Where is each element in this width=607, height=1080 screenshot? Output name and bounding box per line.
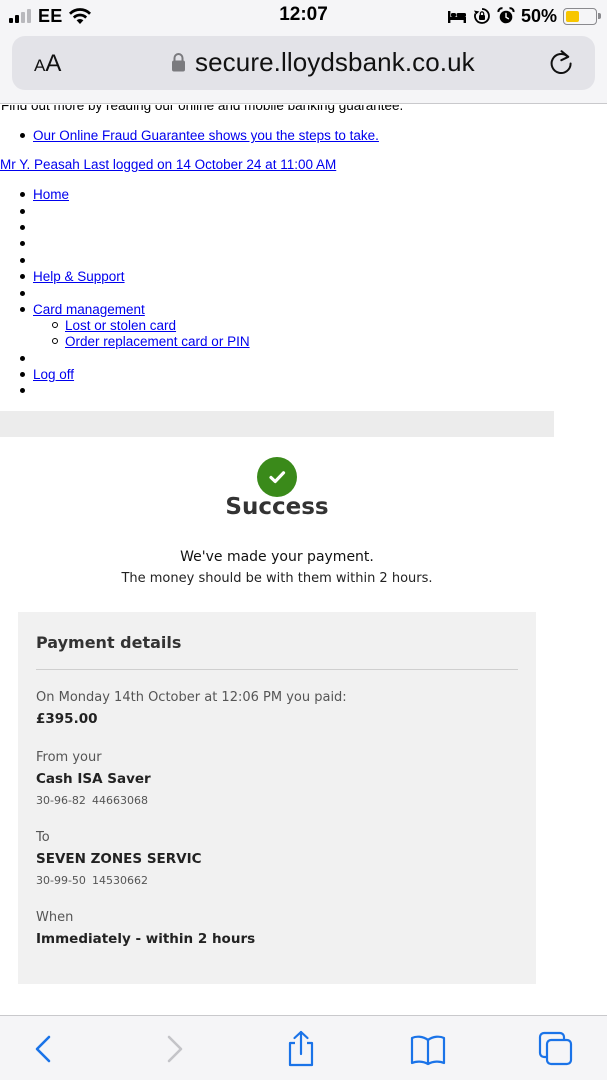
success-title: Success <box>225 494 329 520</box>
bed-icon <box>447 11 466 23</box>
reload-icon[interactable] <box>546 48 576 78</box>
list-bullet <box>20 291 25 296</box>
success-message: We've made your payment. <box>180 549 374 565</box>
from-sort-code: 30-96-82 <box>36 794 86 807</box>
card-divider <box>36 669 518 670</box>
list-bullet <box>20 192 25 197</box>
success-check-icon <box>257 457 297 497</box>
battery-icon <box>563 7 601 25</box>
tabs-icon[interactable] <box>536 1030 576 1068</box>
user-last-logged-link[interactable]: Mr Y. Peasah Last logged on 14 October 2… <box>0 157 336 172</box>
nav-card-management-link[interactable]: Card management <box>33 302 145 317</box>
when-value: Immediately - within 2 hours <box>36 931 256 947</box>
to-label: To <box>36 830 50 845</box>
success-sub-message: The money should be with them within 2 h… <box>121 571 433 586</box>
list-bullet <box>20 209 25 214</box>
section-divider-band <box>0 411 554 437</box>
alarm-icon <box>497 7 515 24</box>
address-bar[interactable]: AA secure.lloydsbank.co.uk <box>12 36 595 90</box>
nav-help-support-link[interactable]: Help & Support <box>33 269 125 284</box>
list-bullet <box>20 372 25 377</box>
orientation-lock-icon <box>473 8 490 24</box>
battery-fill <box>566 10 579 22</box>
list-bullet <box>20 225 25 230</box>
list-bullet <box>20 241 25 246</box>
bookmarks-icon[interactable] <box>408 1030 448 1068</box>
list-bullet <box>20 307 25 312</box>
from-account-name: Cash ISA Saver <box>36 771 151 787</box>
log-off-link[interactable]: Log off <box>33 367 74 382</box>
web-page: Find out more by reading our online and … <box>0 105 607 1015</box>
nav-home-link[interactable]: Home <box>33 187 69 202</box>
fraud-guarantee-link[interactable]: Our Online Fraud Guarantee shows you the… <box>33 128 379 143</box>
paid-date-label: On Monday 14th October at 12:06 PM you p… <box>36 690 347 705</box>
sub-list-bullet <box>52 338 58 344</box>
payee-account-number: 14530662 <box>92 874 148 887</box>
when-label: When <box>36 910 74 925</box>
text-size-button[interactable]: AA <box>34 50 61 78</box>
payment-details-card: Payment details On Monday 14th October a… <box>18 612 536 984</box>
share-icon[interactable] <box>281 1030 321 1068</box>
payment-details-title: Payment details <box>36 633 182 652</box>
lost-stolen-card-link[interactable]: Lost or stolen card <box>65 318 176 333</box>
payee-name: SEVEN ZONES SERVIC <box>36 851 202 867</box>
status-bar: EE 12:07 50% <box>0 0 607 32</box>
forward-icon[interactable] <box>154 1030 194 1068</box>
from-account-number: 44663068 <box>92 794 148 807</box>
browser-address-area: AA secure.lloydsbank.co.uk <box>0 32 607 104</box>
list-bullet <box>20 133 25 138</box>
list-bullet <box>20 258 25 263</box>
back-icon[interactable] <box>24 1030 64 1068</box>
lock-icon <box>172 53 185 72</box>
url-text[interactable]: secure.lloydsbank.co.uk <box>195 47 475 78</box>
order-replacement-link[interactable]: Order replacement card or PIN <box>65 334 250 349</box>
battery-percent: 50% <box>520 5 557 26</box>
payee-sort-code: 30-99-50 <box>36 874 86 887</box>
sub-list-bullet <box>52 322 58 328</box>
payment-amount: £395.00 <box>36 711 98 727</box>
list-bullet <box>20 356 25 361</box>
browser-toolbar <box>0 1015 607 1080</box>
list-bullet <box>20 274 25 279</box>
guarantee-text: Find out more by reading our online and … <box>1 105 404 113</box>
from-label: From your <box>36 750 102 765</box>
list-bullet <box>20 388 25 393</box>
status-right: 50% <box>447 5 601 27</box>
